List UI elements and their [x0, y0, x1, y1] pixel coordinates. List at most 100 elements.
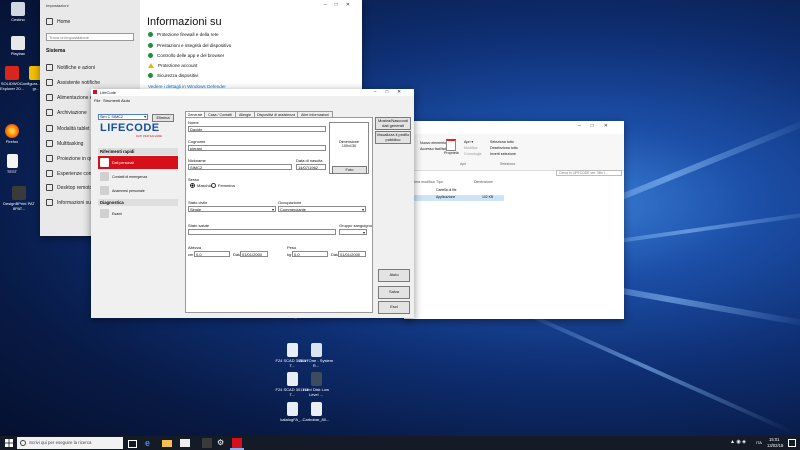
id-card-icon [100, 158, 109, 167]
app-icon [93, 90, 97, 94]
column-header[interactable]: Tipo [436, 180, 443, 184]
hdd-icon [310, 372, 322, 386]
nav-section-title: Sistema [46, 48, 66, 54]
nav-home[interactable]: Home [46, 17, 70, 26]
desktop-icon-carbobar[interactable]: Carbobar_80... [298, 402, 334, 422]
nav-item[interactable]: Multitasking [46, 139, 83, 148]
nav-item[interactable]: Archiviazione [46, 108, 87, 117]
start-button[interactable] [4, 438, 14, 448]
store-icon[interactable] [180, 439, 190, 447]
help-button[interactable]: Aiuto [378, 269, 410, 282]
weight-unit: kg [287, 252, 292, 257]
nickname-label: Nickname [188, 158, 206, 163]
ribbon-select-none[interactable]: Deseleziona tutto [490, 146, 518, 150]
ribbon-open[interactable]: Apri ▾ [464, 140, 473, 144]
chevron-down-icon: ▾ [362, 230, 365, 235]
desktop-icon-firefox[interactable]: Firefox [0, 124, 30, 144]
taskbar-active-indicator [230, 448, 244, 450]
window-controls[interactable]: –□✕ [374, 89, 410, 95]
table-row[interactable]: ... Applicazione 102 KB [404, 195, 504, 201]
nav-item[interactable]: Informazioni su [46, 198, 91, 207]
settings-taskbar-icon[interactable]: ⚙ [217, 438, 227, 448]
sex-female-radio[interactable]: Femmina [211, 183, 235, 188]
profile-search-button[interactable]: Elimina [152, 114, 174, 122]
sex-male-radio[interactable]: Maschio [190, 183, 212, 188]
ribbon-invert[interactable]: Inverti selezione [490, 152, 516, 156]
photo-button[interactable]: Foto [332, 166, 367, 174]
save-button[interactable]: Salva [378, 286, 410, 299]
desktop-icon-playbac[interactable]: Playbac [0, 36, 36, 56]
blood-group-select[interactable]: ▾ [339, 229, 367, 235]
nav-item[interactable]: Notifiche e azioni [46, 63, 95, 72]
warning-icon [148, 63, 154, 68]
notifications-icon[interactable] [788, 439, 796, 447]
surname-field[interactable]: pierani [188, 145, 326, 151]
task-view-icon[interactable] [128, 440, 137, 448]
edge-icon[interactable]: e [145, 438, 155, 448]
nickname-field[interactable]: SIMC2 [188, 164, 292, 170]
nav-item[interactable]: Assistente notifiche [46, 78, 100, 87]
desktop-icon-label: Hard Disk Low Level ... [302, 387, 329, 397]
ribbon-group-open: Apri [460, 162, 467, 166]
clock-date[interactable]: 13/02/18 [767, 443, 783, 448]
tray-icons[interactable]: ▲ ◉ ◈ [730, 439, 746, 445]
view-public-profile-button[interactable]: Visualizza il profilo pubblico [375, 131, 411, 144]
file-explorer-icon[interactable] [162, 440, 172, 447]
profile-select[interactable]: Sim C SIMC2 ▾ [98, 114, 148, 120]
app-icon [11, 36, 25, 50]
desktop-icon-recycle-bin[interactable]: Cestino [0, 2, 36, 22]
sidebar-item-personal-data[interactable]: Dati personali [98, 156, 178, 169]
chevron-down-icon: ▾ [271, 207, 274, 212]
weight-field[interactable]: 0,0 [292, 251, 328, 257]
marital-status-select[interactable]: Single ▾ [188, 206, 276, 212]
clock-time[interactable]: 15:01 [769, 437, 779, 442]
desktop-icon-test[interactable]: TEST [0, 154, 30, 174]
sidebar-item-exams[interactable]: Esami [98, 207, 178, 220]
height-date-field[interactable]: 01/01/2000 [240, 251, 268, 257]
desktop-icon-label: Playbac [10, 51, 26, 56]
toggle-general-data-button[interactable]: Mostra/Nascondi dati generali [375, 117, 411, 130]
pdf-icon [286, 402, 298, 416]
name-label: Nome [188, 120, 199, 125]
windows-icon [5, 439, 13, 447]
lifecode-taskbar-icon[interactable] [232, 438, 242, 448]
health-status-field[interactable] [188, 229, 336, 235]
language-indicator[interactable]: ITA [756, 440, 762, 445]
ribbon-select-all[interactable]: Seleziona tutto [490, 140, 514, 144]
check-icon [148, 53, 153, 58]
desktop-icon-designprint[interactable]: DesignBPrint PAT 8PAT... [0, 186, 40, 211]
ribbon-properties[interactable]: Proprietà [444, 139, 459, 155]
ribbon-history[interactable]: Cronologia [464, 152, 481, 156]
occupation-label: Occupazione [278, 200, 302, 205]
height-unit: cm [188, 252, 194, 257]
exit-button[interactable]: Esci [378, 301, 410, 314]
app-taskbar-icon[interactable] [202, 438, 212, 448]
menu-file[interactable]: File [94, 98, 100, 103]
dob-field[interactable]: 14/07/1962 [296, 164, 326, 170]
occupation-select[interactable]: Commerciante ▾ [278, 206, 366, 212]
desktop-icon-allinone[interactable]: All in One - System R... [298, 343, 334, 368]
desktop-icon-label: Carbobar_80... [302, 417, 330, 422]
table-row[interactable]: ... Cartella di file [404, 188, 504, 194]
ribbon-edit[interactable]: Modifica [464, 146, 477, 150]
storage-icon [46, 109, 53, 116]
nav-item[interactable]: Desktop remoto [46, 183, 92, 192]
taskbar-search-input[interactable]: Scrivi qui per eseguire la ricerca [17, 437, 123, 449]
nav-item[interactable]: Modalità tablet [46, 124, 90, 133]
name-field[interactable]: Davide [188, 126, 326, 132]
menu-help[interactable]: Aiuto [121, 98, 130, 103]
home-icon [46, 18, 53, 25]
desktop-icon-harddisk[interactable]: Hard Disk Low Level ... [298, 372, 334, 397]
status-row: Protezione firewall e della rete [148, 32, 219, 37]
settings-search-input[interactable]: Trova un'impostazione [46, 33, 134, 41]
explorer-search-input[interactable]: Cerca in LIFECODE ver. 'Mis' I... [556, 170, 622, 176]
weight-date-field[interactable]: 01/01/2000 [338, 251, 366, 257]
desktop-icon-label: Firefox [5, 139, 19, 144]
sidebar-item-medical-history[interactable]: Anamnesi personale [98, 184, 178, 197]
menu-tools[interactable]: Strumenti [103, 98, 120, 103]
column-header[interactable]: Dimensione [474, 180, 493, 184]
sidebar-header: Riferimenti rapidi [98, 148, 178, 155]
tablet-icon [46, 125, 53, 132]
height-field[interactable]: 0,0 [194, 251, 230, 257]
sidebar-item-emergency-contacts[interactable]: Contatti di emergenza [98, 170, 178, 183]
